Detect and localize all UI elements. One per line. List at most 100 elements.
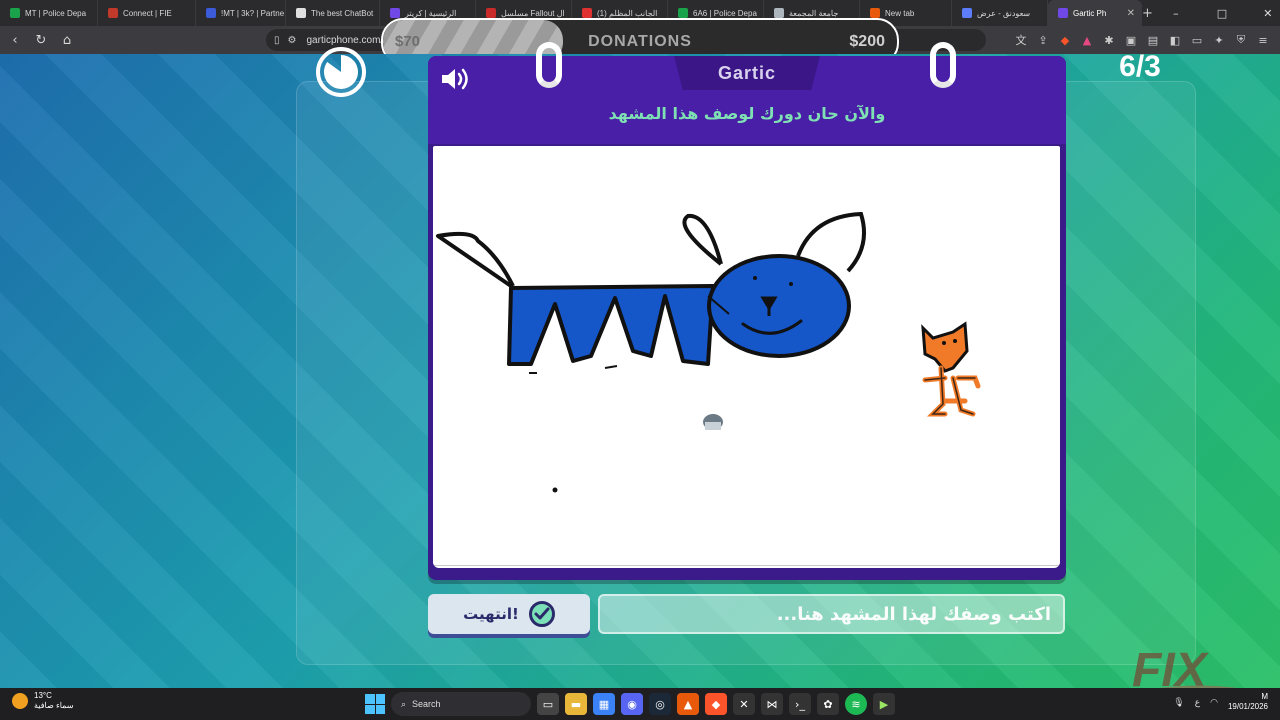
browser-tab[interactable]: MT | Police Depa	[0, 0, 98, 26]
tab-favicon-icon	[582, 8, 592, 18]
clock-time: M	[1261, 692, 1268, 701]
tab-favicon-icon	[1058, 8, 1068, 18]
avatar-sprite	[703, 414, 723, 430]
drawing-book: Gartic والآن حان دورك لوصف هذا المشهد	[428, 42, 1066, 580]
orange-cat-drawing	[921, 321, 981, 417]
brave-shield-icon[interactable]: ◆	[1056, 29, 1074, 51]
menu-icon[interactable]: ≡	[1254, 29, 1272, 51]
check-icon	[528, 601, 555, 627]
brave-icon[interactable]: ◆	[705, 693, 727, 715]
taskbar-apps: ⌕ Search ▭ ▬ ▦ ◉ ◎ ▲ ◆ ✕ ⋈ ›_ ✿ ≋ ▶	[365, 692, 895, 716]
done-button[interactable]: انتهيت!	[428, 594, 590, 634]
task-view-icon[interactable]: ▭	[537, 693, 559, 715]
prompt-text: والآن حان دورك لوصف هذا المشهد	[608, 104, 886, 123]
wallet-icon[interactable]: ▭	[1188, 29, 1206, 51]
browser-tab[interactable]: سعودنق - عرض	[952, 0, 1048, 26]
wifi-icon[interactable]: ◠	[1210, 697, 1218, 708]
site-settings-icon[interactable]: ⚙	[288, 35, 297, 46]
donations-goal: $200	[849, 32, 885, 50]
description-input[interactable]	[598, 594, 1065, 634]
tab-favicon-icon	[774, 8, 784, 18]
tab-favicon-icon	[678, 8, 688, 18]
excel-icon[interactable]: ✕	[733, 693, 755, 715]
terminal-icon[interactable]: ›_	[789, 693, 811, 715]
language-icon[interactable]: ع	[1195, 697, 1200, 708]
tab-favicon-icon	[108, 8, 118, 18]
tab-favicon-icon	[390, 8, 400, 18]
tab-label: The best ChatBot	[311, 8, 374, 18]
speaker-icon[interactable]	[440, 66, 472, 92]
spotify-icon[interactable]: ≋	[845, 693, 867, 715]
search-label: Search	[412, 699, 441, 709]
window-controls: – □ ✕	[1153, 0, 1280, 26]
tab-label: مسلسل Fallout ال	[501, 8, 565, 18]
chatgpt-icon[interactable]: ✿	[817, 693, 839, 715]
back-icon[interactable]: ‹	[4, 29, 26, 51]
app-arrow-icon[interactable]: ▶	[873, 693, 895, 715]
taskbar-search[interactable]: ⌕ Search	[391, 692, 531, 716]
rewards-icon[interactable]: ▲	[1078, 29, 1096, 51]
home-icon[interactable]: ⌂	[56, 29, 78, 51]
tab-favicon-icon	[870, 8, 880, 18]
app-icon[interactable]: ▲	[677, 693, 699, 715]
minimize-icon[interactable]: –	[1153, 0, 1199, 26]
browser-tab[interactable]: The best ChatBot	[286, 0, 380, 26]
tab-label: 6A6 | Police Depa	[693, 8, 757, 18]
tab-label: جامعة المجمعة	[789, 8, 839, 18]
drawing-canvas	[433, 146, 1060, 564]
tab-favicon-icon	[962, 8, 972, 18]
store-icon[interactable]: ▦	[593, 693, 615, 715]
tab-label: New tab	[885, 8, 915, 18]
translate-icon[interactable]: 文	[1012, 29, 1030, 51]
tab-favicon-icon	[296, 8, 306, 18]
browser-tab[interactable]: Connect | FIE	[98, 0, 196, 26]
donations-label: DONATIONS	[588, 32, 692, 50]
tab-label: Gartic Ph	[1073, 8, 1107, 18]
new-tab-button[interactable]: +	[1142, 6, 1153, 21]
close-tab-icon[interactable]: ✕	[1127, 8, 1135, 19]
weather-icon	[12, 693, 28, 709]
cat-head	[707, 254, 851, 358]
reload-icon[interactable]: ↻	[30, 29, 52, 51]
taskbar: 13°C سماء صافية ⌕ Search ▭ ▬ ▦ ◉ ◎ ▲ ◆ ✕…	[0, 688, 1280, 720]
tab-label: (1) الجانب المظلم	[597, 8, 658, 18]
capcut-icon[interactable]: ⋈	[761, 693, 783, 715]
share-icon[interactable]: ⇪	[1034, 29, 1052, 51]
weather-temp: 13°C	[34, 691, 52, 700]
tab-label: MT | Police Depa	[25, 8, 87, 18]
clock-date: 19/01/2026	[1227, 702, 1268, 711]
gartic-logo: Gartic	[674, 56, 820, 90]
browser-tab[interactable]: !MT | 3k? | Partne	[196, 0, 286, 26]
toolbar-icons: 文 ⇪ ◆ ▲ ✱ ▣ ▤ ◧ ▭ ✦ ⛨ ≡	[1012, 29, 1272, 51]
tab-favicon-icon	[10, 8, 20, 18]
discord-icon[interactable]: ◉	[621, 693, 643, 715]
round-counter: 6/3	[1119, 50, 1161, 83]
screenshot-icon[interactable]: ▣	[1122, 29, 1140, 51]
weather-widget[interactable]: 13°C سماء صافية	[12, 691, 74, 711]
timer-icon	[316, 47, 366, 97]
gartic-logo-text: Gartic	[717, 62, 777, 83]
maximize-icon[interactable]: □	[1199, 0, 1245, 26]
vpn-icon[interactable]: ⛨	[1232, 29, 1250, 51]
close-window-icon[interactable]: ✕	[1245, 0, 1280, 26]
done-button-label: انتهيت!	[463, 605, 519, 623]
cat-body	[507, 284, 715, 366]
start-icon[interactable]	[365, 694, 385, 714]
clock[interactable]: M 19/01/2026	[1228, 692, 1268, 712]
tab-label: !MT | 3k? | Partne	[221, 8, 285, 18]
extensions-icon[interactable]: ✱	[1100, 29, 1118, 51]
browser-tab[interactable]: Gartic Ph ✕	[1048, 0, 1142, 26]
bookmark-icon[interactable]: ▯	[274, 35, 280, 46]
microphone-icon[interactable]: 🎙	[1173, 697, 1184, 708]
reading-icon[interactable]: ▤	[1144, 29, 1162, 51]
tab-label: سعودنق - عرض	[977, 8, 1031, 18]
tab-favicon-icon	[486, 8, 496, 18]
ring-left	[536, 42, 562, 88]
steam-icon[interactable]: ◎	[649, 693, 671, 715]
file-explorer-icon[interactable]: ▬	[565, 693, 587, 715]
sidebar-icon[interactable]: ◧	[1166, 29, 1184, 51]
search-icon: ⌕	[401, 698, 407, 709]
ring-right	[930, 42, 956, 88]
weather-desc: سماء صافية	[34, 701, 74, 710]
leo-icon[interactable]: ✦	[1210, 29, 1228, 51]
